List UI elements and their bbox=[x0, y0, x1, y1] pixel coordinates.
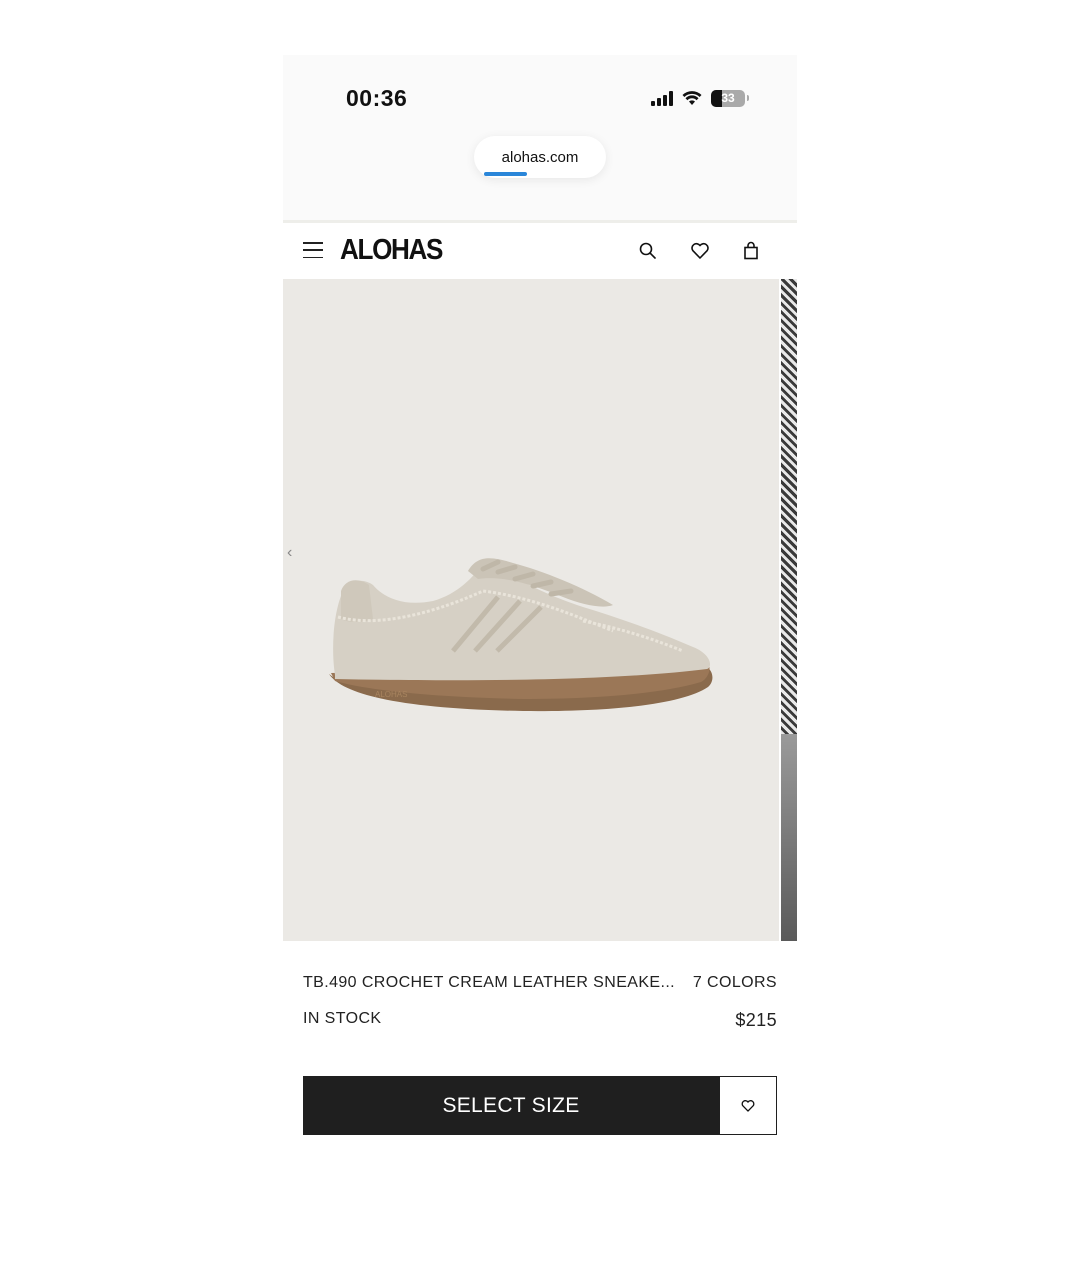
phone-screen: 00:36 33 alohas.com ALOHAS ‹ ALOHAS TB.4… bbox=[283, 55, 797, 1155]
wifi-icon bbox=[682, 91, 702, 105]
chevron-left-icon[interactable]: ‹ bbox=[287, 544, 292, 562]
product-image[interactable]: ‹ ALOHAS bbox=[283, 279, 779, 941]
menu-icon[interactable] bbox=[303, 240, 323, 260]
color-count[interactable]: 7 COLORS bbox=[693, 974, 777, 992]
battery-icon: 33 bbox=[711, 89, 749, 107]
purchase-actions: SELECT SIZE bbox=[303, 1076, 777, 1135]
brand-logo[interactable]: ALOHAS bbox=[340, 234, 443, 267]
cellular-signal-icon bbox=[651, 90, 673, 106]
add-to-wishlist-button[interactable] bbox=[719, 1076, 777, 1135]
stock-status: IN STOCK bbox=[303, 1010, 382, 1027]
status-bar: 00:36 33 alohas.com bbox=[283, 55, 797, 221]
shopping-bag-icon[interactable] bbox=[740, 240, 762, 262]
product-name[interactable]: TB.490 CROCHET CREAM LEATHER SNEAKE... bbox=[303, 974, 675, 992]
url-text: alohas.com bbox=[501, 148, 579, 166]
page-load-progress bbox=[484, 172, 527, 176]
status-icons: 33 bbox=[651, 89, 749, 107]
status-time: 00:36 bbox=[346, 85, 408, 111]
product-stock-row: IN STOCK $215 bbox=[303, 1010, 777, 1031]
product-title-row: TB.490 CROCHET CREAM LEATHER SNEAKE... 7… bbox=[303, 974, 777, 992]
sneaker-illustration: ALOHAS bbox=[329, 558, 713, 712]
address-bar[interactable]: alohas.com bbox=[474, 136, 606, 178]
heart-icon bbox=[741, 1099, 755, 1112]
product-price: $215 bbox=[735, 1010, 777, 1030]
next-product-image-peek[interactable] bbox=[781, 279, 797, 941]
site-header: ALOHAS bbox=[283, 223, 797, 279]
battery-percent: 33 bbox=[721, 91, 735, 105]
sole-logo-text: ALOHAS bbox=[375, 690, 407, 699]
wishlist-heart-icon[interactable] bbox=[689, 240, 711, 262]
search-icon[interactable] bbox=[637, 240, 659, 262]
select-size-button[interactable]: SELECT SIZE bbox=[303, 1076, 719, 1135]
